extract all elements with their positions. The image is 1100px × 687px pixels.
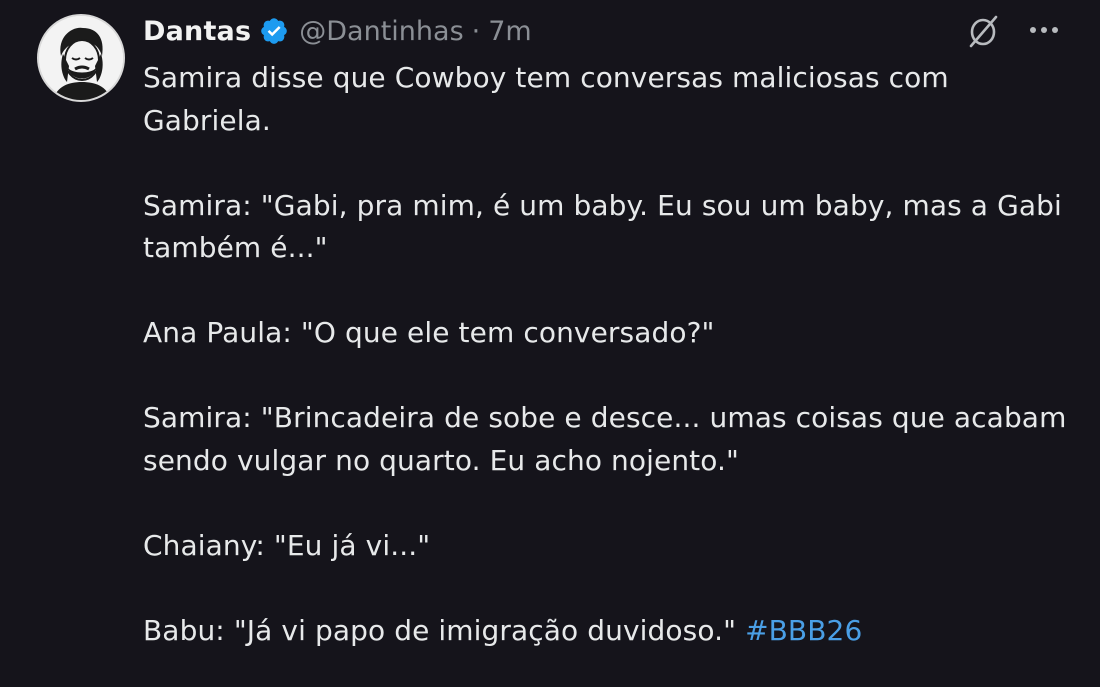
tweet-paragraph: Samira: "Gabi, pra mim, é um baby. Eu so… [143,188,1062,265]
hashtag-link[interactable]: #BBB26 [745,614,862,647]
separator-dot: · [471,15,481,47]
tweet-paragraph: Samira disse que Cowboy tem conversas ma… [143,61,949,137]
more-horizontal-icon[interactable] [1026,16,1062,44]
author-handle[interactable]: @Dantinhas [299,16,463,47]
tweet-header: Dantas @Dantinhas · 7m [143,12,532,50]
grok-slash-icon[interactable] [965,12,1003,50]
author-name[interactable]: Dantas [143,16,251,47]
timestamp[interactable]: 7m [488,16,531,47]
avatar-illustration [39,16,123,100]
tweet-paragraph: Ana Paula: "O que ele tem conversado?" [143,316,715,349]
verified-badge-icon [259,16,289,46]
tweet-paragraph: Chaiany: "Eu já vi..." [143,528,431,562]
tweet-paragraph-last: Babu: "Já vi papo de imigração duvidoso.… [143,610,1073,653]
tweet-text: Samira disse que Cowboy tem conversas ma… [143,57,1073,652]
avatar[interactable] [37,14,125,102]
tweet-card[interactable]: Dantas @Dantinhas · 7m Samira disse que … [0,0,1100,687]
tweet-paragraph-text: Babu: "Já vi papo de imigração duvidoso.… [143,613,737,647]
tweet-paragraph: Samira: "Brincadeira de sobe e desce... … [143,401,1067,477]
